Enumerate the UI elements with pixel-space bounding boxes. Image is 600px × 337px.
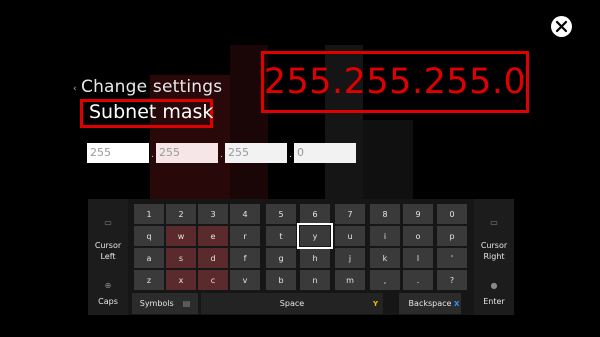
- left-stick-icon: ⊕: [104, 281, 112, 290]
- octet-field-2[interactable]: 255: [156, 143, 218, 163]
- caps-button[interactable]: Caps: [88, 296, 128, 307]
- key-7[interactable]: 7: [335, 204, 365, 224]
- key-1[interactable]: 1: [134, 204, 164, 224]
- key-n[interactable]: n: [300, 270, 330, 290]
- backspace-button[interactable]: Backspace: [399, 293, 461, 314]
- octet-separator: .: [151, 150, 154, 160]
- key-comma[interactable]: ,: [370, 270, 400, 290]
- key-h[interactable]: h: [300, 248, 330, 268]
- key-a[interactable]: a: [134, 248, 164, 268]
- key-period[interactable]: .: [403, 270, 433, 290]
- key-p[interactable]: p: [437, 226, 467, 246]
- key-0[interactable]: 0: [437, 204, 467, 224]
- right-bumper-icon: ▭: [490, 218, 498, 227]
- xbox-logo-icon: [551, 16, 572, 37]
- on-screen-keyboard: ▭ Cursor Left ⊕ Caps ▭ Cursor Right ● Ente…: [88, 199, 514, 315]
- key-2[interactable]: 2: [166, 204, 196, 224]
- subnet-value-overlay: 255.255.255.0: [263, 62, 527, 102]
- left-bumper-icon: ▭: [104, 218, 112, 227]
- cursor-right-button[interactable]: Cursor Right: [474, 240, 514, 262]
- key-i[interactable]: i: [370, 226, 400, 246]
- key-8[interactable]: 8: [370, 204, 400, 224]
- key-f[interactable]: f: [230, 248, 260, 268]
- octet-field-1[interactable]: 255: [87, 143, 149, 163]
- breadcrumb: ‹ Change settings: [73, 77, 223, 97]
- key-u[interactable]: u: [335, 226, 365, 246]
- octet-separator: .: [220, 150, 223, 160]
- key-j[interactable]: j: [335, 248, 365, 268]
- key-question[interactable]: ?: [437, 270, 467, 290]
- octet-field-4[interactable]: 0: [294, 143, 356, 163]
- key-k[interactable]: k: [370, 248, 400, 268]
- key-apostrophe[interactable]: ': [437, 248, 467, 268]
- enter-button[interactable]: Enter: [474, 296, 514, 307]
- key-9[interactable]: 9: [403, 204, 433, 224]
- key-m[interactable]: m: [335, 270, 365, 290]
- key-6[interactable]: 6: [300, 204, 330, 224]
- key-c[interactable]: c: [198, 270, 228, 290]
- key-e[interactable]: e: [198, 226, 228, 246]
- key-z[interactable]: z: [134, 270, 164, 290]
- key-w[interactable]: w: [166, 226, 196, 246]
- key-3[interactable]: 3: [198, 204, 228, 224]
- cursor-left-button[interactable]: Cursor Left: [88, 240, 128, 262]
- key-o[interactable]: o: [403, 226, 433, 246]
- y-button-hint: Y: [373, 300, 379, 308]
- octet-separator: .: [289, 150, 292, 160]
- key-g[interactable]: g: [266, 248, 296, 268]
- chevron-left-icon: ‹: [73, 84, 77, 94]
- space-button[interactable]: Space: [201, 293, 383, 314]
- x-button-hint: X: [454, 300, 460, 308]
- key-x[interactable]: x: [166, 270, 196, 290]
- key-5[interactable]: 5: [266, 204, 296, 224]
- octet-field-3[interactable]: 255: [225, 143, 287, 163]
- key-4[interactable]: 4: [230, 204, 260, 224]
- key-t[interactable]: t: [266, 226, 296, 246]
- page-title: Subnet mask: [89, 101, 214, 123]
- key-l[interactable]: l: [403, 248, 433, 268]
- key-r[interactable]: r: [230, 226, 260, 246]
- right-stick-icon: ●: [490, 281, 498, 290]
- key-d[interactable]: d: [198, 248, 228, 268]
- view-icon: ▤: [182, 299, 191, 308]
- symbols-button[interactable]: Symbols ▤: [132, 293, 198, 314]
- key-b[interactable]: b: [266, 270, 296, 290]
- key-v[interactable]: v: [230, 270, 260, 290]
- breadcrumb-label: Change settings: [81, 77, 223, 97]
- key-y[interactable]: y: [297, 223, 333, 249]
- key-s[interactable]: s: [166, 248, 196, 268]
- key-q[interactable]: q: [134, 226, 164, 246]
